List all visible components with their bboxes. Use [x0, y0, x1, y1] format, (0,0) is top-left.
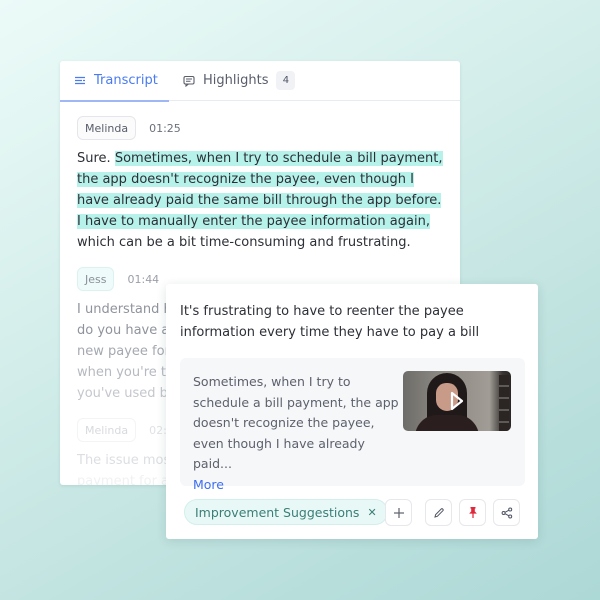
- highlighted-text[interactable]: Sometimes, when I try to schedule a bill…: [77, 151, 443, 229]
- background-shelf: [499, 375, 509, 431]
- text-plain: Sure.: [77, 151, 115, 166]
- pencil-icon: [433, 507, 444, 518]
- highlight-card: It's frustrating to have to reenter the …: [166, 284, 538, 539]
- speaker-row: Melinda 01:25: [77, 116, 444, 140]
- tag-label: Improvement Suggestions: [195, 504, 360, 520]
- speaker-chip[interactable]: Jess: [77, 267, 115, 291]
- transcript-entry: Melinda 01:25 Sure. Sometimes, when I tr…: [60, 116, 460, 253]
- quote-text: Sometimes, when I try to schedule a bill…: [193, 372, 403, 495]
- tab-transcript[interactable]: Transcript: [60, 61, 169, 102]
- quote-box: Sometimes, when I try to schedule a bill…: [180, 358, 525, 492]
- speaker-chip[interactable]: Melinda: [77, 418, 137, 442]
- tab-bar: Transcript Highlights 4: [60, 61, 460, 102]
- transcript-lines-icon: [74, 75, 86, 87]
- add-tag-button[interactable]: [385, 499, 412, 526]
- share-button[interactable]: [493, 499, 520, 526]
- pin-button[interactable]: [459, 499, 486, 526]
- comment-icon: [183, 75, 195, 87]
- timestamp[interactable]: 01:44: [127, 273, 159, 286]
- quote-snippet: Sometimes, when I try to schedule a bill…: [193, 374, 399, 471]
- share-icon: [501, 507, 512, 518]
- timestamp[interactable]: 01:25: [149, 122, 181, 135]
- transcript-text: Sure. Sometimes, when I try to schedule …: [77, 148, 447, 253]
- text-plain: which can be a bit time-consuming and fr…: [77, 235, 411, 250]
- video-thumbnail[interactable]: [403, 371, 511, 431]
- close-icon[interactable]: ✕: [367, 506, 376, 519]
- card-actions: Improvement Suggestions ✕: [184, 498, 524, 526]
- tab-highlights-label: Highlights: [203, 73, 269, 88]
- play-icon[interactable]: [449, 390, 465, 412]
- highlight-title[interactable]: It's frustrating to have to reenter the …: [180, 301, 530, 343]
- tag-chip[interactable]: Improvement Suggestions ✕: [184, 499, 388, 525]
- pin-icon: [468, 507, 477, 518]
- edit-button[interactable]: [425, 499, 452, 526]
- person-body: [415, 415, 479, 431]
- tab-highlights[interactable]: Highlights 4: [169, 61, 296, 101]
- plus-icon: [393, 507, 404, 518]
- more-link[interactable]: More: [193, 475, 403, 496]
- tab-transcript-label: Transcript: [94, 73, 158, 88]
- speaker-chip[interactable]: Melinda: [77, 116, 137, 140]
- highlights-count-badge: 4: [276, 71, 296, 90]
